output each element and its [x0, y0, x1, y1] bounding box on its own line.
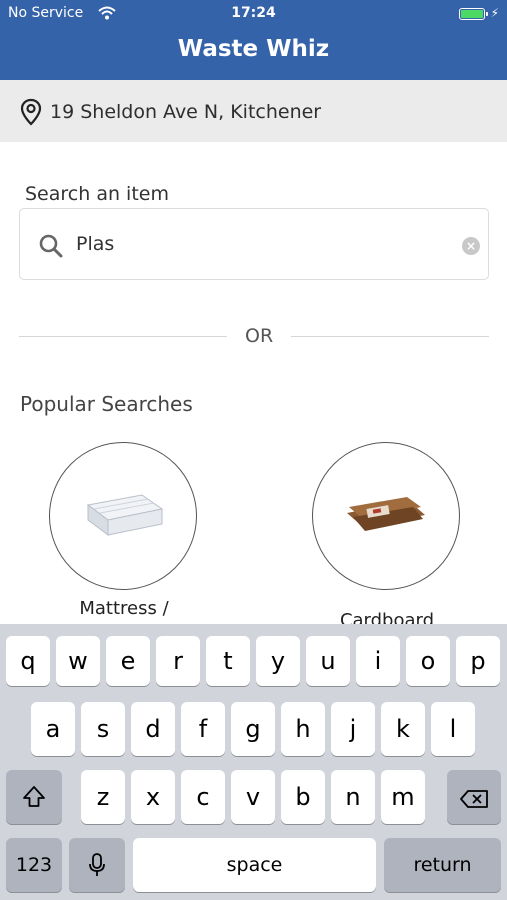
- key-label: x: [145, 783, 161, 811]
- key-a[interactable]: a: [31, 702, 75, 756]
- status-bar: No Service 17:24 ⚡: [8, 4, 499, 24]
- key-x[interactable]: x: [131, 770, 175, 824]
- key-f[interactable]: f: [181, 702, 225, 756]
- key-label: v: [245, 783, 261, 811]
- key-label: y: [270, 647, 286, 675]
- key-y[interactable]: y: [256, 636, 300, 686]
- backspace-key[interactable]: [447, 770, 501, 824]
- key-q[interactable]: q: [6, 636, 50, 686]
- shift-key[interactable]: [6, 770, 62, 824]
- onscreen-keyboard: q w e r t y u i o p a s d f g h j k l z …: [0, 624, 507, 900]
- popular-item-caption: Mattress /: [79, 598, 169, 619]
- key-k[interactable]: k: [381, 702, 425, 756]
- search-icon: [38, 233, 64, 259]
- key-e[interactable]: e: [106, 636, 150, 686]
- key-g[interactable]: g: [231, 702, 275, 756]
- key-label: h: [295, 715, 311, 743]
- key-label: n: [345, 783, 361, 811]
- key-label: o: [420, 647, 436, 675]
- popular-item-circle[interactable]: [49, 442, 197, 590]
- location-bar[interactable]: 19 Sheldon Ave N, Kitchener: [0, 80, 507, 142]
- location-address: 19 Sheldon Ave N, Kitchener: [50, 101, 322, 123]
- numbers-key[interactable]: 123: [6, 838, 62, 892]
- key-label: e: [120, 647, 136, 675]
- popular-item-cardboard[interactable]: Cardboard: [312, 442, 462, 624]
- cardboard-image: [347, 497, 425, 531]
- key-label: t: [223, 647, 233, 675]
- or-label: OR: [245, 325, 274, 347]
- key-label: z: [96, 783, 110, 811]
- search-input[interactable]: [76, 233, 446, 255]
- key-label: 123: [15, 854, 53, 876]
- dictation-key[interactable]: [69, 838, 125, 892]
- shift-icon: [6, 770, 62, 816]
- popular-item-circle[interactable]: [312, 442, 460, 590]
- key-label: i: [374, 647, 382, 675]
- popular-item-mattress[interactable]: Mattress /: [49, 442, 199, 624]
- search-field[interactable]: ×: [19, 208, 489, 280]
- or-divider: OR: [19, 322, 489, 352]
- mattress-image: [86, 494, 164, 536]
- key-v[interactable]: v: [231, 770, 275, 824]
- key-d[interactable]: d: [131, 702, 175, 756]
- location-pin-icon: [20, 98, 42, 126]
- key-b[interactable]: b: [281, 770, 325, 824]
- divider-line-right: [291, 336, 489, 337]
- key-label: u: [320, 647, 336, 675]
- key-label: return: [413, 854, 472, 876]
- key-label: c: [196, 783, 210, 811]
- clear-search-button[interactable]: ×: [462, 237, 480, 255]
- app-header: No Service 17:24 ⚡ Waste Whiz: [0, 0, 507, 80]
- key-label: f: [198, 715, 208, 743]
- key-m[interactable]: m: [381, 770, 425, 824]
- divider-line-left: [19, 336, 227, 337]
- key-label: w: [68, 647, 88, 675]
- page-title: Waste Whiz: [177, 36, 330, 62]
- popular-searches-heading: Popular Searches: [20, 392, 193, 416]
- key-n[interactable]: n: [331, 770, 375, 824]
- charging-icon: ⚡: [490, 6, 499, 20]
- key-h[interactable]: h: [281, 702, 325, 756]
- key-s[interactable]: s: [81, 702, 125, 756]
- key-p[interactable]: p: [456, 636, 500, 686]
- key-label: p: [470, 647, 486, 675]
- key-label: k: [396, 715, 410, 743]
- key-label: l: [449, 715, 457, 743]
- key-label: q: [20, 647, 36, 675]
- screen: No Service 17:24 ⚡ Waste Whiz 19 Sheldon…: [0, 0, 507, 900]
- key-label: m: [391, 783, 415, 811]
- key-u[interactable]: u: [306, 636, 350, 686]
- key-c[interactable]: c: [181, 770, 225, 824]
- status-time: 17:24: [231, 5, 276, 21]
- key-label: s: [96, 715, 110, 743]
- key-label: r: [173, 647, 183, 675]
- key-w[interactable]: w: [56, 636, 100, 686]
- battery-icon: [459, 8, 488, 20]
- microphone-icon: [69, 838, 125, 884]
- search-label: Search an item: [25, 183, 169, 205]
- key-o[interactable]: o: [406, 636, 450, 686]
- key-i[interactable]: i: [356, 636, 400, 686]
- popular-item-caption: Cardboard: [339, 610, 435, 624]
- key-label: d: [145, 715, 161, 743]
- key-label: g: [245, 715, 261, 743]
- key-j[interactable]: j: [331, 702, 375, 756]
- key-z[interactable]: z: [81, 770, 125, 824]
- key-label: space: [226, 854, 283, 876]
- space-key[interactable]: space: [133, 838, 376, 892]
- key-t[interactable]: t: [206, 636, 250, 686]
- key-l[interactable]: l: [431, 702, 475, 756]
- key-r[interactable]: r: [156, 636, 200, 686]
- key-label: j: [349, 715, 357, 743]
- key-label: a: [45, 715, 61, 743]
- return-key[interactable]: return: [384, 838, 501, 892]
- backspace-icon: [447, 770, 501, 815]
- key-label: b: [295, 783, 311, 811]
